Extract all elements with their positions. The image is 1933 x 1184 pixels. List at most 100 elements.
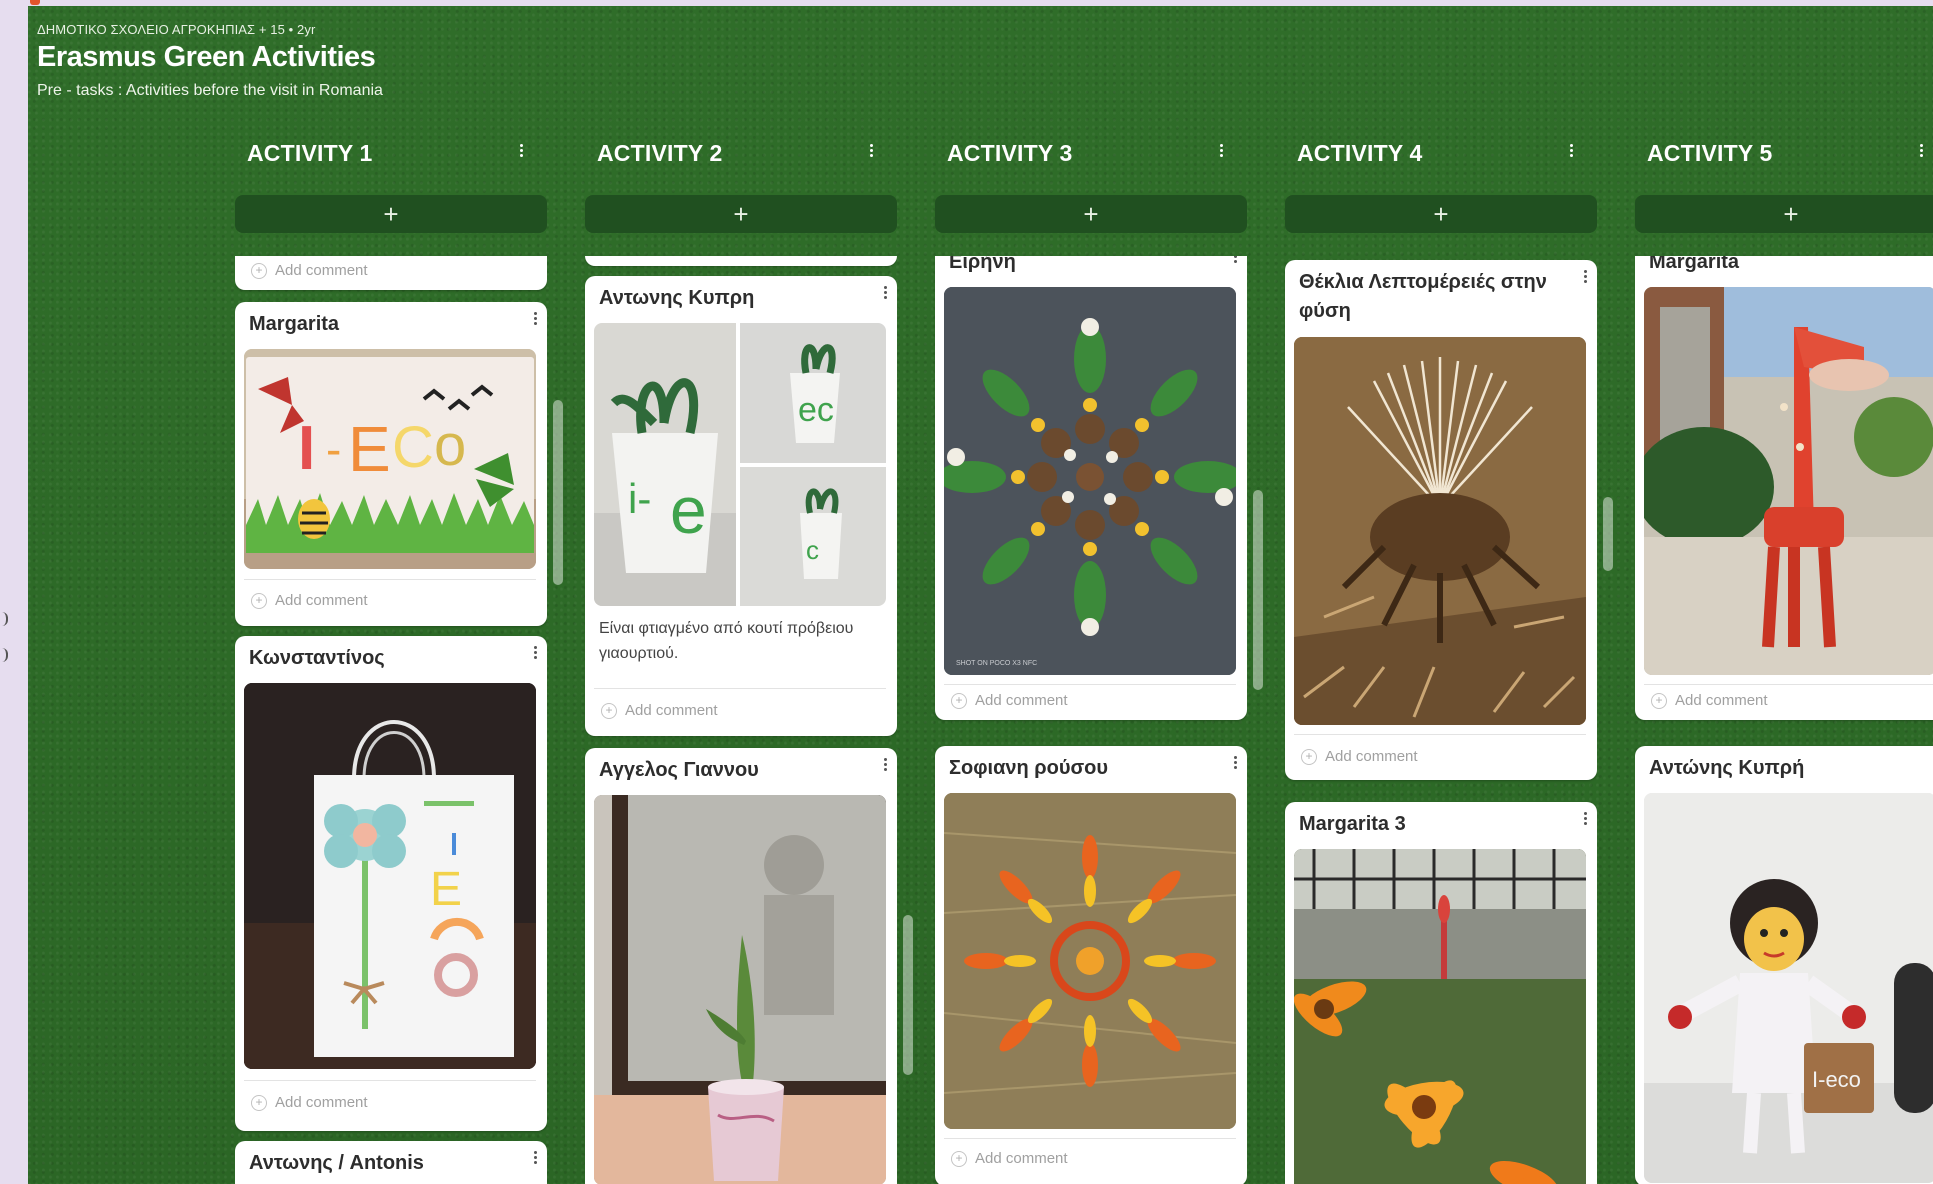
svg-text:ec: ec: [798, 391, 834, 429]
svg-text:E: E: [430, 863, 462, 916]
add-comment-button[interactable]: + Add comment: [251, 592, 368, 609]
recycled-doll-image: I-eco: [1644, 793, 1933, 1183]
post-title: Κωνσταντίνος: [249, 647, 385, 669]
post-image[interactable]: [1294, 849, 1586, 1184]
scrollbar-thumb[interactable]: [1253, 490, 1263, 690]
board-title: Erasmus Green Activities: [37, 41, 376, 73]
add-comment-button[interactable]: + Add comment: [251, 1094, 368, 1111]
board-breadcrumb[interactable]: ΔΗΜΟΤΙΚΟ ΣΧΟΛΕΙΟ ΑΓΡΟΚΗΠΙΑΣ + 15 • 2yr: [37, 22, 315, 37]
post-image[interactable]: [944, 793, 1236, 1129]
divider: [244, 1080, 536, 1081]
column-menu-icon[interactable]: [1569, 144, 1573, 157]
post-card[interactable]: Αγγελος Γιαννου: [585, 748, 897, 1184]
add-comment-button[interactable]: + Add comment: [1301, 748, 1418, 765]
add-post-button[interactable]: +: [585, 195, 897, 233]
add-comment-button[interactable]: + Add comment: [251, 262, 368, 279]
column-header: ACTIVITY 5: [1635, 122, 1933, 178]
scrollbar-thumb[interactable]: [1603, 497, 1613, 571]
post-menu-icon[interactable]: [534, 1151, 537, 1164]
post-title: Σοφιανη ρούσου: [949, 757, 1109, 779]
svg-text:i-: i-: [628, 475, 651, 522]
post-image[interactable]: I - E C o: [244, 349, 536, 569]
post-card[interactable]: Margarita I - E C o + Add comment: [235, 302, 547, 626]
column-title: ACTIVITY 4: [1297, 140, 1423, 166]
add-post-button[interactable]: +: [235, 195, 547, 233]
column-activity-1: ACTIVITY 1 + + Add comment Margarita I -…: [235, 122, 563, 1184]
post-image[interactable]: [1644, 287, 1933, 675]
column-activity-4: ACTIVITY 4 + Θέκλια Λεπτομέρειές στην φύ…: [1285, 122, 1613, 1184]
post-card[interactable]: Αντώνης Κυπρή I-eco: [1635, 746, 1933, 1184]
plus-icon: +: [1651, 692, 1667, 709]
post-image[interactable]: [594, 795, 886, 1184]
post-image[interactable]: I-eco: [1644, 793, 1933, 1183]
post-menu-icon[interactable]: [534, 646, 537, 659]
plus-icon: +: [601, 702, 617, 719]
dry-thistle-image: [1294, 337, 1586, 725]
svg-text:e: e: [670, 473, 707, 547]
petal-mandala-image: [944, 793, 1236, 1129]
post-card[interactable]: [585, 256, 897, 266]
column-menu-icon[interactable]: [1219, 144, 1223, 157]
svg-text:C: C: [392, 415, 434, 480]
post-image[interactable]: i- e ec c: [594, 323, 886, 606]
post-card[interactable]: Σοφιανη ρούσου + Add comment: [935, 746, 1247, 1184]
post-menu-icon[interactable]: [1584, 270, 1587, 283]
divider: [1294, 734, 1586, 735]
post-image[interactable]: SHOT ON POCO X3 NFC: [944, 287, 1236, 675]
post-card[interactable]: Αντωνης / Antonis: [235, 1141, 547, 1184]
post-card[interactable]: Αντωνης Κυπρη i- e ec c Είναι φτιαγμένο …: [585, 276, 897, 736]
column-activity-5: ACTIVITY 5 + Margarita + Add comment Αντ…: [1635, 122, 1933, 1184]
add-comment-button[interactable]: + Add comment: [951, 1150, 1068, 1167]
post-card[interactable]: Ειρήνη SHOT ON POCO X3 NFC + Add comment: [935, 256, 1247, 720]
column-header: ACTIVITY 4: [1285, 122, 1597, 178]
divider: [1644, 684, 1933, 685]
post-title: Αντώνης Κυπρή: [1649, 757, 1805, 779]
column-cards: + Add comment Margarita I - E C o + Add …: [235, 256, 547, 1184]
plus-icon: +: [951, 1150, 967, 1167]
post-menu-icon[interactable]: [534, 312, 537, 325]
divider: [944, 684, 1236, 685]
add-post-button[interactable]: +: [1285, 195, 1597, 233]
post-card[interactable]: Θέκλια Λεπτομέρειές στην φύση + Add comm…: [1285, 260, 1597, 780]
svg-text:I-eco: I-eco: [1812, 1067, 1861, 1092]
post-card[interactable]: Κωνσταντίνος E + Add comment: [235, 636, 547, 1131]
post-card[interactable]: Margarita + Add comment: [1635, 256, 1933, 720]
i-eco-paper-bag-image: I - E C o: [244, 349, 536, 569]
post-title: Margarita: [1649, 256, 1740, 273]
column-cards: Margarita + Add comment Αντώνης Κυπρή I-…: [1635, 256, 1933, 1184]
add-post-button[interactable]: +: [1635, 195, 1933, 233]
scrollbar-thumb[interactable]: [553, 400, 563, 585]
recycled-giraffe-image: [1644, 287, 1933, 675]
add-comment-button[interactable]: + Add comment: [1651, 692, 1768, 709]
column-cards: Θέκλια Λεπτομέρειές στην φύση + Add comm…: [1285, 256, 1597, 1184]
post-image[interactable]: [1294, 337, 1586, 725]
post-menu-icon[interactable]: [884, 758, 887, 771]
post-card[interactable]: + Add comment: [235, 256, 547, 290]
column-activity-3: ACTIVITY 3 + Ειρήνη SHOT ON POCO X3 NFC …: [935, 122, 1263, 1184]
column-menu-icon[interactable]: [869, 144, 873, 157]
board-subtitle: Pre - tasks : Activities before the visi…: [37, 82, 383, 99]
post-image[interactable]: E: [244, 683, 536, 1069]
pinecone-mandala-image: [944, 287, 1236, 675]
post-menu-icon[interactable]: [884, 286, 887, 299]
column-menu-icon[interactable]: [519, 144, 523, 157]
post-title: Αντωνης Κυπρη: [599, 287, 755, 309]
post-menu-icon[interactable]: [1584, 812, 1587, 825]
post-menu-icon[interactable]: [1234, 256, 1237, 263]
column-title: ACTIVITY 1: [247, 140, 373, 166]
scrollbar-thumb[interactable]: [903, 915, 913, 1075]
add-post-button[interactable]: +: [935, 195, 1247, 233]
photo-watermark: SHOT ON POCO X3 NFC: [956, 660, 1038, 667]
post-card[interactable]: Margarita 3: [1285, 802, 1597, 1184]
side-glyph: [0, 648, 8, 662]
column-menu-icon[interactable]: [1919, 144, 1923, 157]
yogurt-cup-planters-image: i- e ec c: [594, 323, 886, 606]
column-title: ACTIVITY 3: [947, 140, 1073, 166]
add-comment-button[interactable]: + Add comment: [601, 702, 718, 719]
svg-text:o: o: [434, 413, 466, 478]
post-title: Ειρήνη: [949, 256, 1016, 273]
divider: [594, 688, 886, 689]
add-comment-button[interactable]: + Add comment: [951, 692, 1068, 709]
column-header: ACTIVITY 2: [585, 122, 897, 178]
post-menu-icon[interactable]: [1234, 756, 1237, 769]
